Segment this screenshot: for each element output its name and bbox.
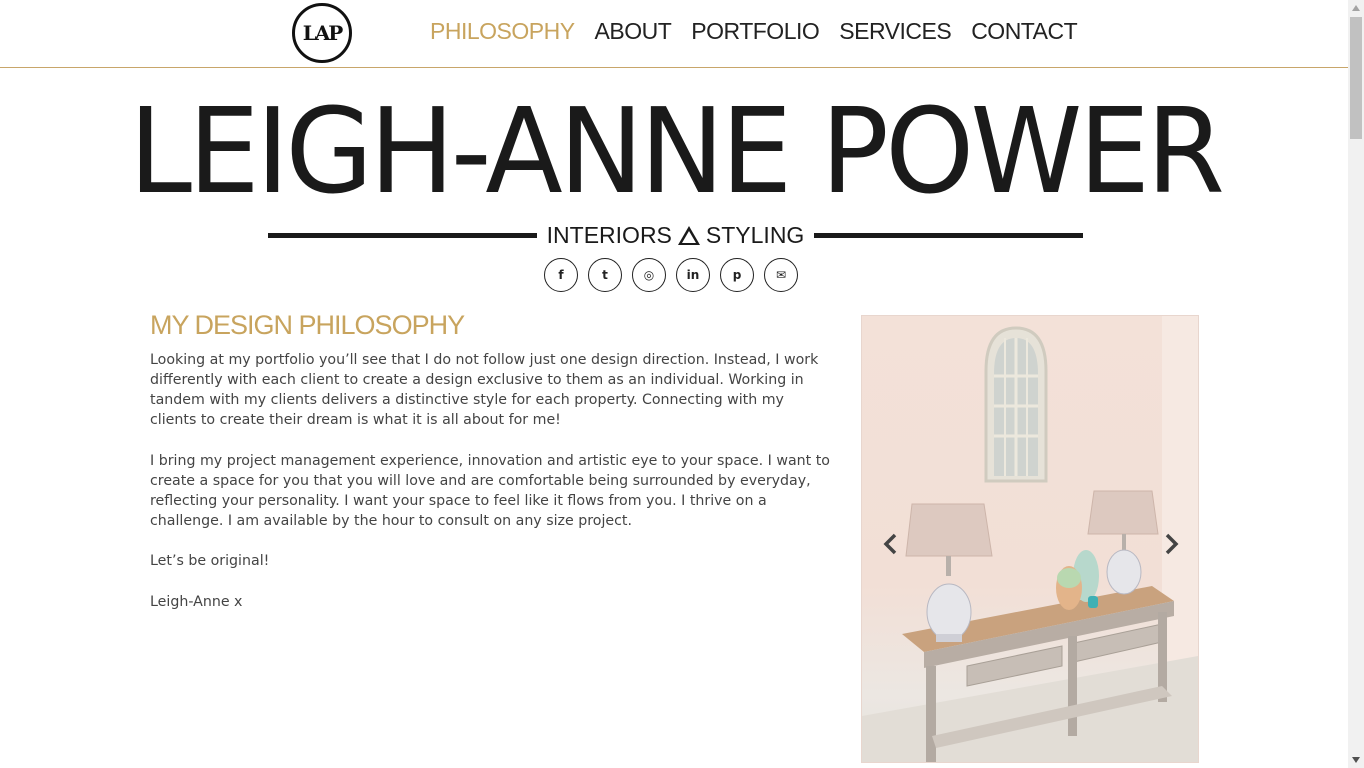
nav-portfolio[interactable]: Portfolio	[691, 18, 820, 45]
philosophy-text: Looking at my portfolio you’ll see that …	[150, 350, 832, 632]
paragraph: I bring my project management experience…	[150, 452, 830, 529]
nav-services[interactable]: Services	[839, 18, 951, 45]
slide-image	[862, 316, 1198, 762]
paragraph: Looking at my portfolio you’ll see that …	[150, 352, 819, 428]
triangle-icon	[677, 225, 700, 245]
scroll-thumb[interactable]	[1350, 17, 1362, 139]
nav-contact[interactable]: Contact	[971, 18, 1077, 45]
chevron-left-icon	[883, 533, 897, 555]
image-carousel	[861, 315, 1199, 763]
facebook-icon[interactable]: f	[544, 258, 578, 292]
linkedin-icon[interactable]: in	[676, 258, 710, 292]
brand-tagline: INTERIORS STYLING	[268, 222, 1083, 248]
social-links: f t ◎ in p ✉	[544, 258, 798, 292]
caret-down-icon	[1352, 757, 1360, 763]
caret-up-icon	[1352, 5, 1360, 11]
tagline-rule-left	[268, 232, 537, 238]
nav-about[interactable]: About	[595, 18, 672, 45]
tagline-interiors: INTERIORS	[546, 221, 672, 248]
page-scrollbar[interactable]	[1348, 0, 1364, 768]
page-title: MY DESIGN PHILOSOPHY	[150, 310, 465, 340]
site-logo[interactable]: LAP	[292, 3, 352, 63]
brand-wordmark: LEIGH-ANNE POWER	[128, 82, 1225, 220]
paragraph: Let’s be original!	[150, 553, 270, 569]
scroll-down-arrow[interactable]	[1348, 752, 1364, 768]
scroll-up-arrow[interactable]	[1348, 0, 1364, 16]
tagline-rule-right	[814, 232, 1083, 238]
main-nav: Philosophy About Portfolio Services Cont…	[430, 18, 1078, 45]
logo-monogram: LAP	[302, 21, 344, 45]
email-icon[interactable]: ✉	[764, 258, 798, 292]
carousel-prev-button[interactable]	[878, 532, 902, 556]
pinterest-icon[interactable]: p	[720, 258, 754, 292]
tagline-styling: STYLING	[705, 221, 805, 248]
carousel-next-button[interactable]	[1160, 532, 1184, 556]
instagram-icon[interactable]: ◎	[632, 258, 666, 292]
signature: Leigh-Anne x	[150, 593, 243, 610]
site-header: LAP Philosophy About Portfolio Services …	[0, 0, 1348, 68]
twitter-icon[interactable]: t	[588, 258, 622, 292]
nav-philosophy[interactable]: Philosophy	[430, 18, 575, 45]
chevron-right-icon	[1165, 533, 1179, 555]
